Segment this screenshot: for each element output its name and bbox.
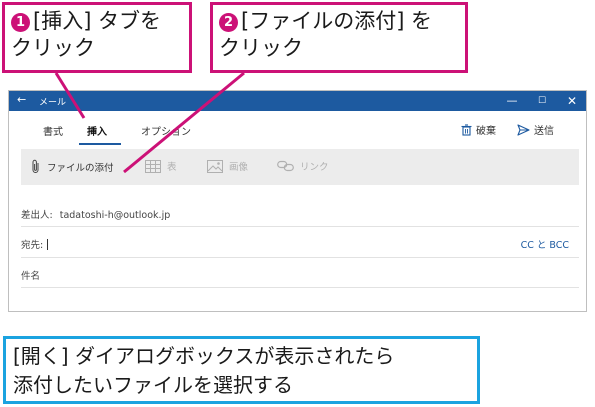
back-arrow-icon[interactable]: ← [17, 93, 26, 106]
divider [21, 257, 579, 258]
step1-line2: クリック [11, 36, 95, 60]
from-label: 差出人: [21, 210, 53, 221]
discard-button[interactable]: 破棄 [461, 122, 496, 137]
insert-table-label: 表 [167, 162, 177, 173]
discard-label: 破棄 [476, 126, 496, 137]
minimize-button[interactable]: — [501, 92, 523, 110]
from-value: tadatoshi-h@outlook.jp [59, 210, 171, 221]
mail-window: ← メール — ☐ ✕ 書式 挿入 オプション 破棄 送信 ファイルの添付 表 … [8, 90, 587, 312]
step2-number-badge: 2 [219, 13, 238, 32]
text-caret [47, 239, 49, 250]
window-title: メール [39, 98, 67, 108]
attach-file-button[interactable]: ファイルの添付 [31, 159, 114, 174]
link-icon [277, 160, 294, 172]
divider [21, 287, 579, 288]
image-icon [207, 159, 223, 173]
to-label: 宛先: [21, 240, 44, 251]
step1-number-badge: 1 [11, 13, 30, 32]
step2-line1: [ファイルの添付] を [241, 9, 433, 33]
insert-table-button[interactable]: 表 [145, 159, 177, 173]
insert-image-label: 画像 [229, 162, 249, 173]
attach-file-label: ファイルの添付 [47, 162, 114, 174]
from-row: 差出人: tadatoshi-h@outlook.jp [21, 207, 579, 221]
cc-bcc-link[interactable]: CC と BCC [521, 237, 569, 251]
close-button[interactable]: ✕ [561, 92, 583, 110]
insert-link-label: リンク [300, 162, 329, 173]
instruction-note: [開く] ダイアログボックスが表示されたら 添付したいファイルを選択する [3, 336, 480, 404]
maximize-button[interactable]: ☐ [531, 92, 553, 110]
divider [21, 226, 579, 227]
callout-step2: 2 [ファイルの添付] を クリック [210, 2, 468, 73]
insert-image-button[interactable]: 画像 [207, 159, 248, 173]
tab-format[interactable]: 書式 [43, 123, 63, 138]
send-icon [517, 123, 530, 136]
step1-line1: [挿入] タブを [33, 9, 162, 33]
insert-ribbon: ファイルの添付 表 画像 リンク [21, 149, 579, 185]
tab-insert[interactable]: 挿入 [87, 123, 107, 138]
paperclip-icon [32, 159, 39, 173]
send-button[interactable]: 送信 [517, 122, 554, 137]
selected-tab-indicator [79, 143, 121, 145]
step2-line2: クリック [219, 36, 303, 60]
note-line2: 添付したいファイルを選択する [13, 373, 293, 397]
ribbon-tabs: 書式 挿入 オプション 破棄 送信 [9, 111, 586, 147]
note-line1: [開く] ダイアログボックスが表示されたら [13, 344, 395, 368]
subject-label: 件名 [21, 271, 41, 282]
subject-field[interactable]: 件名 [21, 268, 579, 282]
table-icon [145, 159, 161, 173]
send-label: 送信 [534, 126, 554, 137]
to-row[interactable]: 宛先: CC と BCC [21, 237, 579, 251]
tab-options[interactable]: オプション [141, 123, 191, 138]
callout-step1: 1 [挿入] タブを クリック [2, 2, 192, 73]
title-bar: ← メール — ☐ ✕ [9, 91, 586, 111]
trash-icon [461, 123, 472, 136]
insert-link-button[interactable]: リンク [277, 159, 329, 173]
